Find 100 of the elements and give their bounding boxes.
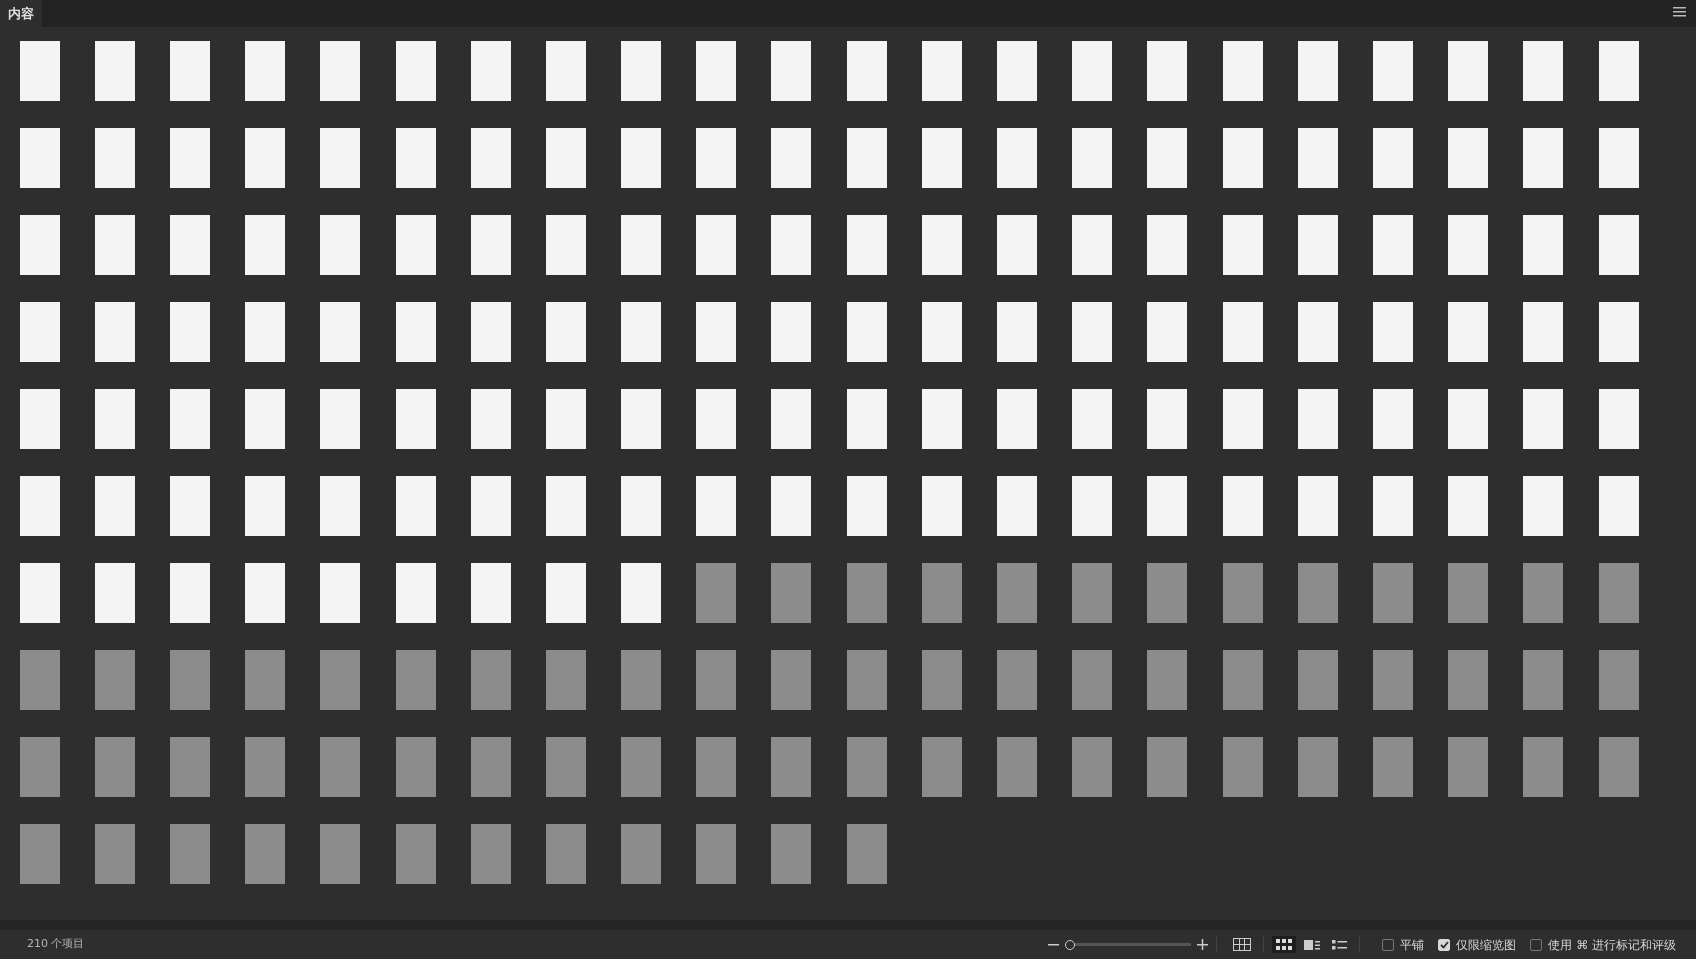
photo-placeholder[interactable] <box>846 388 887 449</box>
photo-placeholder[interactable] <box>1448 40 1489 101</box>
photo-placeholder[interactable] <box>1523 301 1564 362</box>
photo-placeholder[interactable] <box>1523 214 1564 275</box>
photo-placeholder[interactable] <box>846 40 887 101</box>
photo-placeholder[interactable] <box>545 388 586 449</box>
photo-placeholder[interactable] <box>1072 40 1113 101</box>
photo-placeholder[interactable] <box>94 301 135 362</box>
photo-placeholder[interactable] <box>771 40 812 101</box>
photo-placeholder[interactable] <box>1372 40 1413 101</box>
checkbox[interactable] <box>1382 938 1395 951</box>
photo-placeholder[interactable] <box>1297 214 1338 275</box>
option-label[interactable]: 使用 ⌘ 进行标记和评级 <box>1548 935 1676 954</box>
photo-placeholder[interactable] <box>1523 127 1564 188</box>
photo-placeholder[interactable] <box>245 562 286 623</box>
option-label[interactable]: 仅限缩览图 <box>1456 935 1517 954</box>
photo-placeholder[interactable] <box>997 40 1038 101</box>
photo-placeholder[interactable] <box>395 40 436 101</box>
photo-placeholder[interactable] <box>1598 214 1639 275</box>
photo-placeholder[interactable] <box>771 388 812 449</box>
photo-placeholder[interactable] <box>621 388 662 449</box>
photo-placeholder[interactable] <box>621 40 662 101</box>
photo-placeholder[interactable] <box>245 127 286 188</box>
photo-placeholder[interactable] <box>320 214 361 275</box>
photo-placeholder[interactable] <box>470 562 511 623</box>
photo-placeholder[interactable] <box>771 127 812 188</box>
photo-placeholder[interactable] <box>470 301 511 362</box>
photo-placeholder[interactable] <box>1598 388 1639 449</box>
photo-placeholder[interactable] <box>1297 301 1338 362</box>
photo-placeholder[interactable] <box>1297 127 1338 188</box>
photo-placeholder[interactable] <box>771 214 812 275</box>
photo-placeholder[interactable] <box>395 301 436 362</box>
photo-placeholder[interactable] <box>94 127 135 188</box>
photo-placeholder[interactable] <box>1147 301 1188 362</box>
photo-placeholder[interactable] <box>921 127 962 188</box>
photo-placeholder[interactable] <box>1297 40 1338 101</box>
photo-placeholder[interactable] <box>1072 214 1113 275</box>
photo-placeholder[interactable] <box>621 127 662 188</box>
photo-placeholder[interactable] <box>1448 475 1489 536</box>
photo-placeholder[interactable] <box>621 214 662 275</box>
checkbox[interactable] <box>1530 938 1543 951</box>
photo-placeholder[interactable] <box>846 475 887 536</box>
photo-placeholder[interactable] <box>470 388 511 449</box>
photo-placeholder[interactable] <box>1147 40 1188 101</box>
photo-placeholder[interactable] <box>19 475 60 536</box>
photo-placeholder[interactable] <box>1072 388 1113 449</box>
photo-placeholder[interactable] <box>1448 127 1489 188</box>
photo-placeholder[interactable] <box>169 40 210 101</box>
photo-placeholder[interactable] <box>470 40 511 101</box>
photo-placeholder[interactable] <box>1297 388 1338 449</box>
photo-placeholder[interactable] <box>1072 301 1113 362</box>
photo-placeholder[interactable] <box>19 388 60 449</box>
photo-placeholder[interactable] <box>94 40 135 101</box>
photo-placeholder[interactable] <box>997 475 1038 536</box>
photo-placeholder[interactable] <box>696 40 737 101</box>
photo-placeholder[interactable] <box>169 562 210 623</box>
photo-placeholder[interactable] <box>696 127 737 188</box>
photo-placeholder[interactable] <box>1523 388 1564 449</box>
photo-placeholder[interactable] <box>1072 475 1113 536</box>
photo-placeholder[interactable] <box>1372 214 1413 275</box>
photo-placeholder[interactable] <box>1222 388 1263 449</box>
menu-icon[interactable] <box>1673 7 1686 17</box>
photo-placeholder[interactable] <box>169 388 210 449</box>
photo-placeholder[interactable] <box>1523 40 1564 101</box>
photo-placeholder[interactable] <box>771 475 812 536</box>
photo-placeholder[interactable] <box>696 214 737 275</box>
photo-placeholder[interactable] <box>921 214 962 275</box>
photo-placeholder[interactable] <box>169 214 210 275</box>
photo-placeholder[interactable] <box>1222 127 1263 188</box>
photo-placeholder[interactable] <box>169 127 210 188</box>
photo-placeholder[interactable] <box>245 214 286 275</box>
photo-placeholder[interactable] <box>320 301 361 362</box>
photo-placeholder[interactable] <box>1598 301 1639 362</box>
photo-placeholder[interactable] <box>1448 388 1489 449</box>
photo-placeholder[interactable] <box>1072 127 1113 188</box>
photo-placeholder[interactable] <box>19 301 60 362</box>
photo-placeholder[interactable] <box>545 475 586 536</box>
photo-placeholder[interactable] <box>245 40 286 101</box>
photo-placeholder[interactable] <box>921 301 962 362</box>
photo-placeholder[interactable] <box>169 301 210 362</box>
photo-placeholder[interactable] <box>320 40 361 101</box>
photo-placeholder[interactable] <box>921 388 962 449</box>
photo-placeholder[interactable] <box>1372 127 1413 188</box>
photo-placeholder[interactable] <box>1222 475 1263 536</box>
photo-placeholder[interactable] <box>1598 40 1639 101</box>
photo-placeholder[interactable] <box>395 214 436 275</box>
photo-placeholder[interactable] <box>696 388 737 449</box>
photo-placeholder[interactable] <box>1598 127 1639 188</box>
photo-placeholder[interactable] <box>19 562 60 623</box>
photo-placeholder[interactable] <box>997 388 1038 449</box>
photo-placeholder[interactable] <box>621 301 662 362</box>
photo-placeholder[interactable] <box>395 127 436 188</box>
photo-placeholder[interactable] <box>94 475 135 536</box>
photo-placeholder[interactable] <box>545 214 586 275</box>
photo-placeholder[interactable] <box>1222 40 1263 101</box>
photo-placeholder[interactable] <box>19 40 60 101</box>
photo-placeholder[interactable] <box>997 214 1038 275</box>
photo-placeholder[interactable] <box>846 301 887 362</box>
thumbnail-view-icon[interactable] <box>1272 936 1297 953</box>
photo-placeholder[interactable] <box>997 127 1038 188</box>
